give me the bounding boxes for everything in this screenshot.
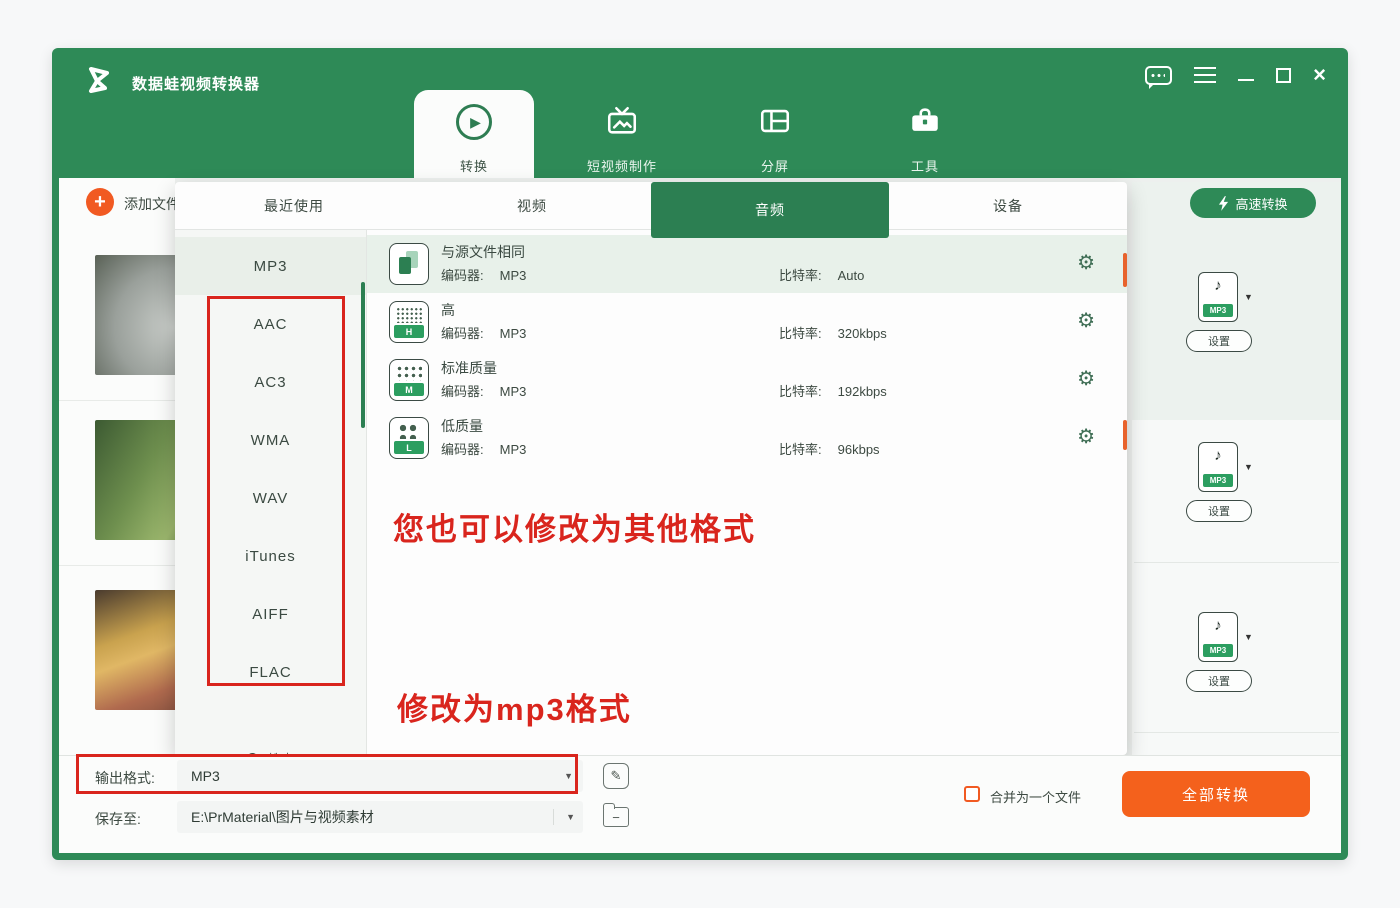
profile-row-low[interactable]: L 低质量 编码器:MP3 比特率:96kbps ⚙ xyxy=(367,409,1127,467)
tools-icon xyxy=(908,104,942,138)
minimize-icon[interactable] xyxy=(1238,79,1254,81)
tab-short-video[interactable]: 短视频制作 xyxy=(562,90,682,178)
tab-video[interactable]: 视频 xyxy=(413,182,651,229)
format-panel: 最近使用 视频 音频 设备 MP3 AAC AC3 WMA WAV iTunes… xyxy=(175,182,1127,755)
chevron-down-icon[interactable]: ▼ xyxy=(1244,292,1253,302)
titlebar-controls: × xyxy=(1145,62,1326,88)
app-logo-icon xyxy=(80,60,120,100)
video-thumbnail[interactable] xyxy=(95,420,175,540)
format-item-itunes[interactable]: iTunes xyxy=(175,527,366,585)
gear-icon[interactable]: ⚙ xyxy=(1077,426,1095,448)
settings-button[interactable]: 设置 xyxy=(1186,670,1252,692)
gear-icon[interactable]: ⚙ xyxy=(1077,310,1095,332)
save-path-select[interactable]: E:\PrMaterial\图片与视频素材 ▼ xyxy=(177,801,583,833)
gear-icon[interactable]: ⚙ xyxy=(1077,252,1095,274)
short-video-icon xyxy=(605,104,639,138)
tab-recently-used[interactable]: 最近使用 xyxy=(175,182,413,229)
tab-split-screen[interactable]: 分屏 xyxy=(715,90,835,178)
divider xyxy=(59,565,175,566)
lightning-icon xyxy=(1218,196,1229,211)
maximize-icon[interactable] xyxy=(1276,68,1291,83)
same-as-source-icon xyxy=(389,243,429,285)
scrollbar-thumb[interactable] xyxy=(1123,420,1127,450)
screenshot-root: 数据蛙视频转换器 × ▶ 转换 短视频制作 xyxy=(0,0,1400,908)
file-list-strip xyxy=(59,178,175,755)
app-window: 数据蛙视频转换器 × ▶ 转换 短视频制作 xyxy=(52,48,1348,860)
convert-icon: ▶ xyxy=(456,104,492,140)
tab-audio[interactable]: 音频 xyxy=(651,182,889,238)
format-item-wma[interactable]: WMA xyxy=(175,411,366,469)
divider xyxy=(1134,732,1339,733)
format-item-flac[interactable]: FLAC xyxy=(175,643,366,701)
tab-label: 短视频制作 xyxy=(562,156,682,175)
add-files-label: 添加文件 xyxy=(124,194,180,214)
format-item-mp3[interactable]: MP3 xyxy=(175,237,366,295)
tab-convert[interactable]: ▶ 转换 xyxy=(414,90,534,178)
music-note-icon: ♪ xyxy=(1199,273,1237,299)
split-screen-icon xyxy=(758,104,792,138)
profile-list: 与源文件相同 编码器:MP3 比特率:Auto ⚙ H 高 编码器:MP3 比特… xyxy=(367,230,1127,755)
merge-label: 合并为一个文件 xyxy=(990,787,1081,806)
chevron-down-icon[interactable]: ▼ xyxy=(1244,632,1253,642)
output-format-select[interactable]: MP3 ▼ xyxy=(177,760,583,792)
close-icon[interactable]: × xyxy=(1313,64,1326,86)
video-thumbnail[interactable] xyxy=(95,590,175,710)
quality-high-icon: H xyxy=(389,301,429,343)
format-item-ac3[interactable]: AC3 xyxy=(175,353,366,411)
chevron-down-icon[interactable]: ▼ xyxy=(1244,462,1253,472)
format-list: MP3 AAC AC3 WMA WAV iTunes AIFF FLAC 搜索 xyxy=(175,230,367,755)
mp3-file-icon[interactable]: ♪ MP3 xyxy=(1198,442,1238,492)
output-column: 高速转换 ♪ MP3 ▼ 设置 ♪ MP3 ▼ 设置 xyxy=(1132,182,1341,755)
tab-device[interactable]: 设备 xyxy=(889,182,1127,229)
tab-label: 工具 xyxy=(865,156,985,175)
rename-icon[interactable]: ✎ xyxy=(603,763,629,789)
format-item-aac[interactable]: AAC xyxy=(175,295,366,353)
fast-convert-button[interactable]: 高速转换 xyxy=(1190,188,1316,218)
music-note-icon: ♪ xyxy=(1199,613,1237,639)
scrollbar-thumb[interactable] xyxy=(361,282,365,428)
music-note-icon: ♪ xyxy=(1199,443,1237,469)
annotation-text-other-formats: 您也可以修改为其他格式 xyxy=(393,504,756,549)
format-item-aiff[interactable]: AIFF xyxy=(175,585,366,643)
app-title: 数据蛙视频转换器 xyxy=(132,73,260,94)
save-to-label: 保存至: xyxy=(95,809,141,829)
open-folder-icon[interactable]: − xyxy=(603,807,629,827)
scrollbar-thumb[interactable] xyxy=(1123,253,1127,287)
format-panel-tabs: 最近使用 视频 音频 设备 xyxy=(175,182,1127,230)
gear-icon[interactable]: ⚙ xyxy=(1077,368,1095,390)
quality-low-icon: L xyxy=(389,417,429,459)
tab-tools[interactable]: 工具 xyxy=(865,90,985,178)
divider xyxy=(59,400,175,401)
format-item-wav[interactable]: WAV xyxy=(175,469,366,527)
quality-standard-icon: M xyxy=(389,359,429,401)
profile-row-same-as-source[interactable]: 与源文件相同 编码器:MP3 比特率:Auto ⚙ xyxy=(367,235,1127,293)
video-thumbnail[interactable] xyxy=(95,255,175,375)
chevron-down-icon: ▼ xyxy=(554,771,573,781)
profile-row-high[interactable]: H 高 编码器:MP3 比特率:320kbps ⚙ xyxy=(367,293,1127,351)
settings-button[interactable]: 设置 xyxy=(1186,330,1252,352)
merge-checkbox[interactable] xyxy=(964,786,980,802)
convert-all-button[interactable]: 全部转换 xyxy=(1122,771,1310,817)
menu-icon[interactable] xyxy=(1194,67,1216,83)
feedback-icon[interactable] xyxy=(1145,66,1172,85)
mp3-file-icon[interactable]: ♪ MP3 xyxy=(1198,612,1238,662)
annotation-text-mp3: 修改为mp3格式 xyxy=(397,684,632,729)
chevron-down-icon: ▼ xyxy=(553,809,575,825)
tab-label: 转换 xyxy=(414,156,534,175)
mp3-file-icon[interactable]: ♪ MP3 xyxy=(1198,272,1238,322)
tab-label: 分屏 xyxy=(715,156,835,175)
profile-row-standard[interactable]: M 标准质量 编码器:MP3 比特率:192kbps ⚙ xyxy=(367,351,1127,409)
add-files-button[interactable]: + xyxy=(86,188,114,216)
divider xyxy=(1134,562,1339,563)
output-format-label: 输出格式: xyxy=(95,768,155,788)
settings-button[interactable]: 设置 xyxy=(1186,500,1252,522)
